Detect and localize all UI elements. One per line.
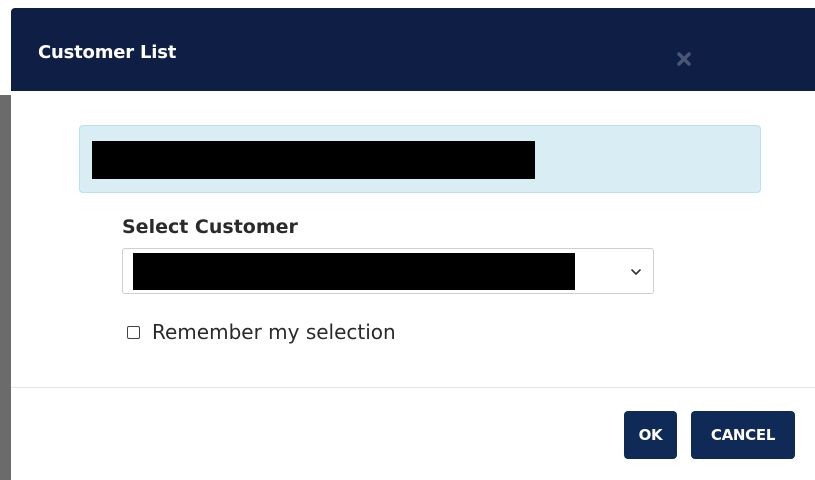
dialog-header: Customer List	[11, 8, 815, 91]
ok-button[interactable]: OK	[624, 411, 677, 459]
selected-customer-redacted	[133, 253, 575, 290]
chevron-down-icon	[629, 264, 643, 278]
modal-backdrop	[0, 95, 11, 480]
dialog-title: Customer List	[38, 42, 177, 63]
cancel-button[interactable]: CANCEL	[691, 411, 795, 459]
customer-list-dialog: Customer List Select Customer Remember m…	[11, 8, 815, 480]
chevron-down-glyph	[631, 269, 641, 275]
footer-divider	[11, 387, 815, 388]
remember-selection-row[interactable]: Remember my selection	[127, 319, 396, 345]
backdrop-top	[0, 0, 815, 8]
close-icon[interactable]	[673, 48, 695, 70]
select-customer-label: Select Customer	[122, 216, 298, 238]
info-alert	[79, 125, 761, 193]
remember-selection-label[interactable]: Remember my selection	[152, 320, 396, 344]
remember-selection-checkbox[interactable]	[127, 325, 140, 339]
alert-message-redacted	[92, 141, 535, 179]
close-icon-glyph	[677, 52, 691, 66]
customer-select[interactable]	[122, 248, 654, 294]
